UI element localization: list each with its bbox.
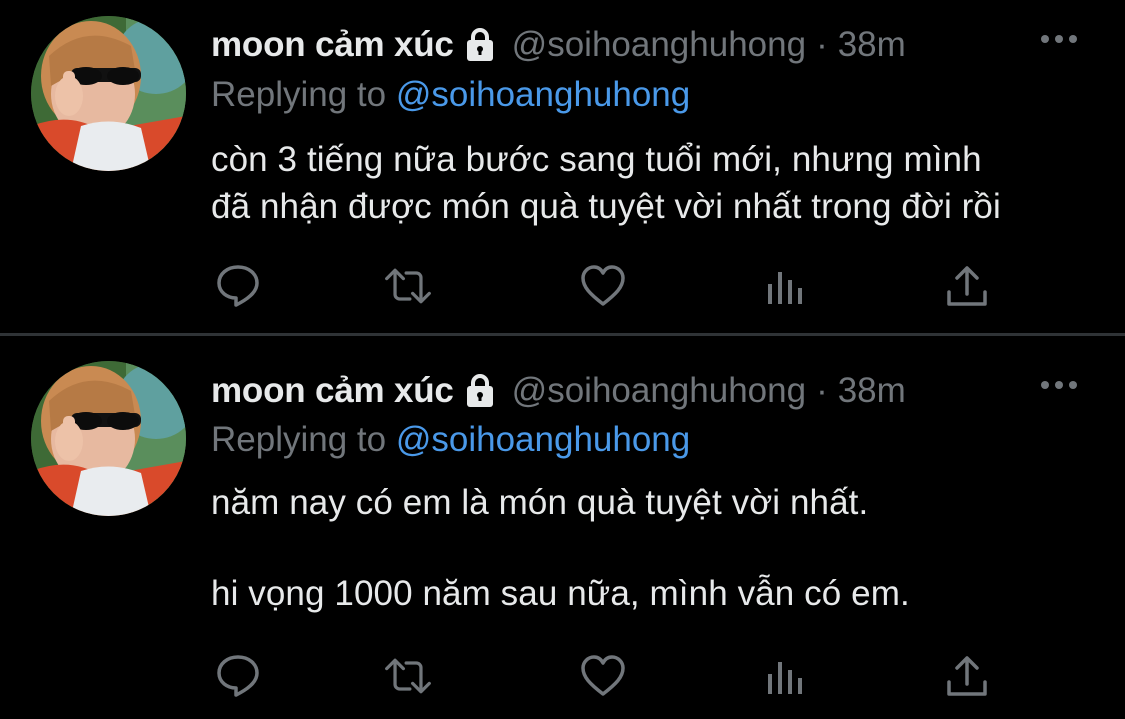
timestamp[interactable]: 38m — [838, 371, 906, 411]
lock-icon — [466, 28, 493, 61]
lock-icon — [466, 374, 493, 407]
reply-button[interactable] — [213, 651, 263, 701]
share-button[interactable] — [942, 651, 992, 701]
analytics-icon — [768, 662, 802, 694]
more-options-icon[interactable] — [1039, 32, 1079, 46]
tweet-text-line: còn 3 tiếng nữa bước sang tuổi mới, nhưn… — [211, 140, 982, 179]
tweet[interactable]: moon cảm xúc @soihoanghuhong · 38m Reply… — [0, 0, 1125, 335]
tweet-text-line: năm nay có em là món quà tuyệt vời nhất. — [211, 483, 869, 522]
analytics-icon — [768, 272, 802, 304]
tweet-text: năm nay có em là món quà tuyệt vời nhất.… — [211, 479, 1105, 617]
like-button[interactable] — [578, 261, 628, 311]
avatar[interactable] — [31, 16, 186, 171]
tweet-header: moon cảm xúc @soihoanghuhong · 38m — [211, 366, 1095, 416]
share-icon — [947, 656, 987, 696]
tweet[interactable]: moon cảm xúc @soihoanghuhong · 38m Reply… — [0, 337, 1125, 719]
tweet-text-line: đã nhận được món quà tuyệt vời nhất tron… — [211, 187, 1001, 226]
retweet-button[interactable] — [383, 261, 433, 311]
tweet-text: còn 3 tiếng nữa bước sang tuổi mới, nhưn… — [211, 136, 1105, 230]
tweet-actions — [211, 261, 1001, 311]
tweet-text-line: hi vọng 1000 năm sau nữa, mình vẫn có em… — [211, 574, 910, 613]
analytics-button[interactable] — [761, 651, 811, 701]
like-icon — [581, 265, 625, 306]
avatar-image — [31, 361, 186, 516]
display-name[interactable]: moon cảm xúc — [211, 371, 454, 411]
like-icon — [581, 655, 625, 696]
replying-to-label: Replying to — [211, 75, 387, 114]
reply-mention-link[interactable]: @soihoanghuhong — [396, 420, 690, 459]
like-button[interactable] — [578, 651, 628, 701]
reply-icon — [217, 265, 259, 307]
avatar[interactable] — [31, 361, 186, 516]
retweet-icon — [385, 268, 431, 304]
tweet-divider — [0, 333, 1125, 336]
analytics-button[interactable] — [761, 261, 811, 311]
separator: · — [816, 371, 828, 410]
retweet-button[interactable] — [383, 651, 433, 701]
retweet-icon — [385, 658, 431, 694]
reply-button[interactable] — [213, 261, 263, 311]
reply-mention-link[interactable]: @soihoanghuhong — [396, 75, 690, 114]
user-handle[interactable]: @soihoanghuhong — [512, 371, 806, 411]
timestamp[interactable]: 38m — [838, 25, 906, 65]
share-icon — [947, 266, 987, 306]
share-button[interactable] — [942, 261, 992, 311]
replying-to: Replying to @soihoanghuhong — [211, 75, 690, 115]
avatar-image — [31, 16, 186, 171]
replying-to: Replying to @soihoanghuhong — [211, 420, 690, 460]
tweet-header: moon cảm xúc @soihoanghuhong · 38m — [211, 20, 1095, 70]
reply-icon — [217, 655, 259, 697]
separator: · — [816, 25, 828, 64]
user-handle[interactable]: @soihoanghuhong — [512, 25, 806, 65]
replying-to-label: Replying to — [211, 420, 387, 459]
display-name[interactable]: moon cảm xúc — [211, 25, 454, 65]
more-options-icon[interactable] — [1039, 378, 1079, 392]
tweet-actions — [211, 651, 1001, 701]
